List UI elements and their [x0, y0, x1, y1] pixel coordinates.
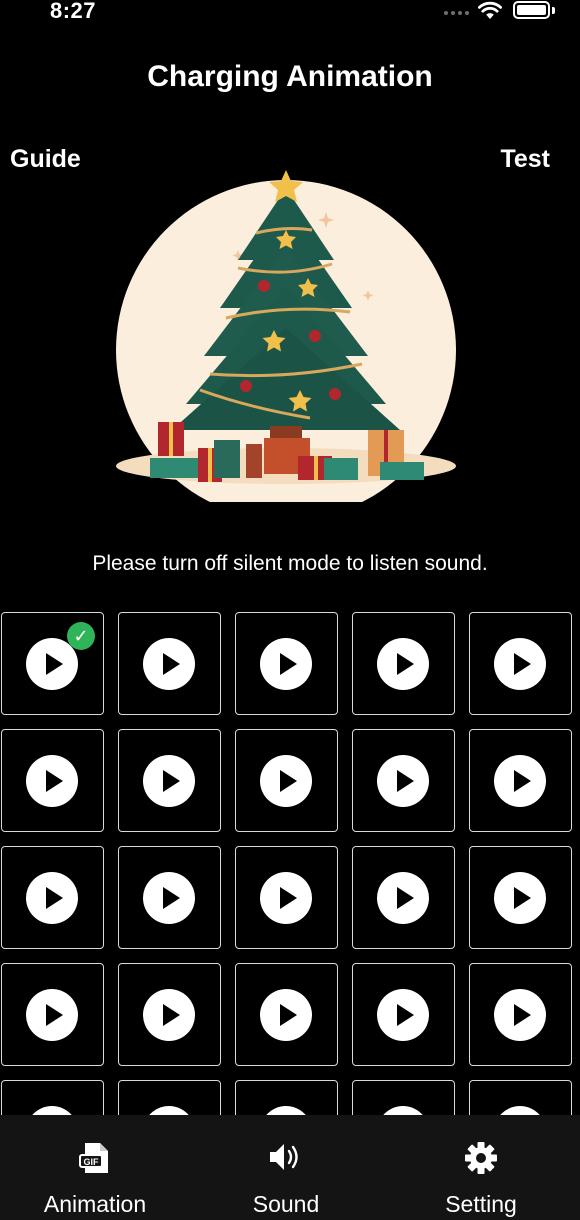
animation-grid: ✓	[0, 612, 580, 1115]
play-icon[interactable]	[26, 755, 78, 807]
tab-animation-label: Animation	[43, 1191, 147, 1217]
animation-item[interactable]	[352, 846, 455, 949]
wifi-icon	[478, 1, 502, 19]
play-icon[interactable]	[494, 755, 546, 807]
svg-text:GIF: GIF	[84, 1157, 100, 1167]
animation-item[interactable]	[469, 612, 572, 715]
animation-preview	[116, 170, 456, 502]
play-icon[interactable]	[377, 755, 429, 807]
animation-item[interactable]	[352, 1080, 455, 1115]
play-icon[interactable]	[26, 1106, 78, 1115]
play-icon[interactable]	[494, 872, 546, 924]
tab-setting-label: Setting	[445, 1191, 517, 1217]
status-time: 8:27	[50, 0, 97, 23]
play-icon[interactable]	[260, 755, 312, 807]
animation-item[interactable]	[118, 846, 221, 949]
christmas-tree-illustration	[116, 170, 456, 502]
animation-item[interactable]	[469, 1080, 572, 1115]
play-icon[interactable]	[143, 989, 195, 1041]
play-icon[interactable]	[377, 638, 429, 690]
cellular-signal-icon	[444, 11, 469, 15]
play-icon[interactable]	[260, 872, 312, 924]
animation-item[interactable]	[352, 729, 455, 832]
animation-item[interactable]: ✓	[1, 612, 104, 715]
animation-item[interactable]	[352, 612, 455, 715]
play-icon[interactable]	[26, 872, 78, 924]
play-icon[interactable]	[143, 872, 195, 924]
play-icon[interactable]	[494, 638, 546, 690]
tab-animation[interactable]: GIF Animation	[0, 1115, 190, 1220]
play-icon[interactable]	[260, 1106, 312, 1115]
play-icon[interactable]	[260, 638, 312, 690]
battery-icon	[513, 1, 550, 19]
gif-file-icon: GIF	[79, 1143, 108, 1173]
speaker-icon	[270, 1144, 298, 1170]
play-icon[interactable]	[377, 989, 429, 1041]
page-title: Charging Animation	[147, 60, 433, 93]
play-icon[interactable]	[143, 1106, 195, 1115]
play-icon[interactable]	[494, 1106, 546, 1115]
animation-item[interactable]	[118, 729, 221, 832]
animation-item[interactable]	[469, 963, 572, 1066]
animation-item[interactable]	[235, 846, 338, 949]
animation-item[interactable]	[1, 963, 104, 1066]
tab-sound[interactable]: Sound	[190, 1115, 382, 1220]
checkmark-icon: ✓	[67, 622, 95, 650]
animation-item[interactable]	[469, 846, 572, 949]
play-icon[interactable]	[143, 638, 195, 690]
animation-item[interactable]	[1, 846, 104, 949]
animation-item[interactable]	[469, 729, 572, 832]
play-icon[interactable]	[494, 989, 546, 1041]
animation-item[interactable]	[352, 963, 455, 1066]
animation-item[interactable]	[235, 963, 338, 1066]
tab-bar: GIF Animation Sound Setting	[0, 1115, 580, 1220]
animation-item[interactable]	[235, 1080, 338, 1115]
play-icon[interactable]	[26, 989, 78, 1041]
animation-item[interactable]	[235, 612, 338, 715]
play-icon[interactable]	[260, 989, 312, 1041]
animation-item[interactable]	[1, 729, 104, 832]
play-icon[interactable]	[377, 872, 429, 924]
play-icon[interactable]	[377, 1106, 429, 1115]
animation-item[interactable]	[118, 963, 221, 1066]
gear-icon	[465, 1142, 497, 1174]
status-bar: 8:27	[0, 0, 580, 28]
animation-item[interactable]	[1, 1080, 104, 1115]
silent-mode-notice: Please turn off silent mode to listen so…	[92, 552, 488, 575]
guide-button[interactable]: Guide	[10, 145, 81, 174]
animation-item[interactable]	[118, 1080, 221, 1115]
animation-item[interactable]	[118, 612, 221, 715]
play-icon[interactable]	[143, 755, 195, 807]
test-button[interactable]: Test	[500, 145, 550, 174]
tab-setting[interactable]: Setting	[382, 1115, 580, 1220]
battery-nub	[552, 7, 555, 14]
animation-item[interactable]	[235, 729, 338, 832]
tab-sound-label: Sound	[252, 1191, 320, 1217]
